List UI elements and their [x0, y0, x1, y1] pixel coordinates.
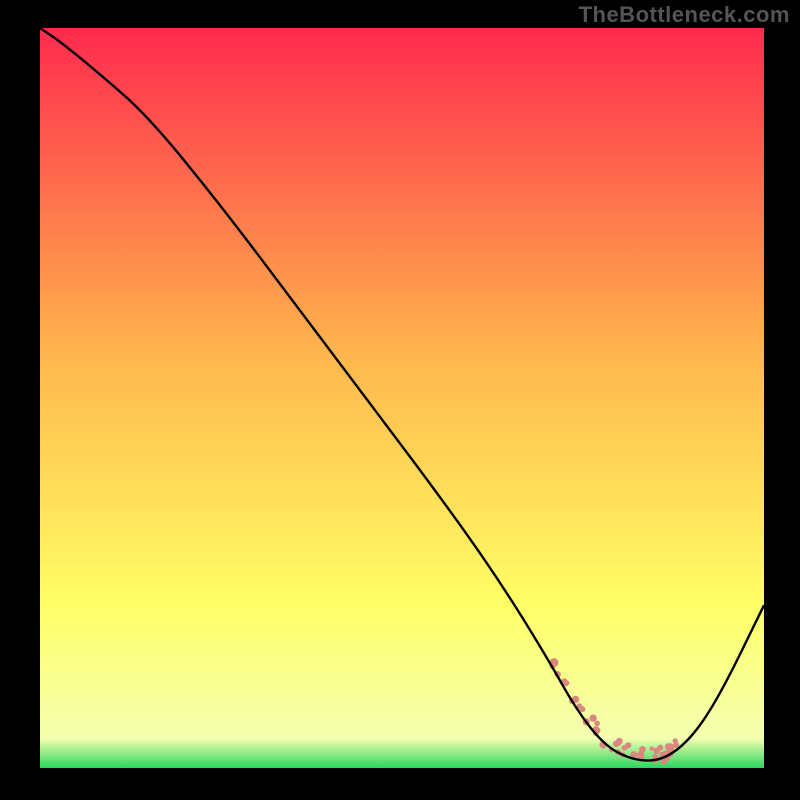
highlight-dot	[625, 742, 631, 748]
highlight-dot	[613, 741, 620, 748]
highlight-dot	[563, 680, 569, 686]
bottleneck-chart	[0, 0, 800, 800]
chart-frame: TheBottleneck.com	[0, 0, 800, 800]
highlight-dot	[594, 721, 600, 727]
plot-background	[40, 28, 764, 768]
highlight-dot	[673, 738, 678, 743]
highlight-dot	[589, 714, 596, 721]
highlight-dot	[650, 747, 654, 751]
highlight-dot	[665, 743, 674, 752]
watermark-text: TheBottleneck.com	[579, 2, 790, 28]
highlight-dot	[657, 745, 663, 751]
